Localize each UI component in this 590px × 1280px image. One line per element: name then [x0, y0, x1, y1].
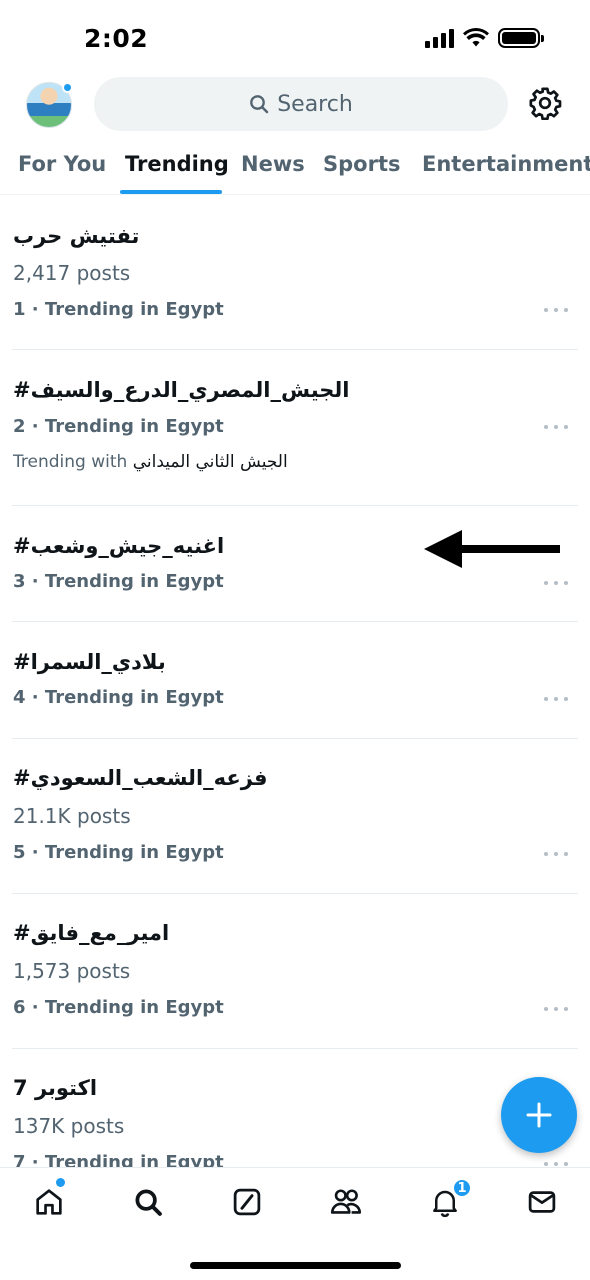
more-icon[interactable] — [544, 305, 568, 315]
avatar-notification-dot — [62, 82, 73, 93]
home-unread-dot — [56, 1178, 65, 1187]
nav-communities[interactable] — [326, 1182, 366, 1222]
active-tab-indicator — [120, 190, 222, 194]
battery-icon — [498, 28, 544, 48]
trend-context: 6 · Trending in Egypt — [13, 997, 224, 1018]
trend-context: 5 · Trending in Egypt — [13, 842, 224, 863]
search-input[interactable]: Search — [94, 77, 508, 131]
new-post-button[interactable] — [501, 1077, 577, 1153]
trend-related-label: Trending with — [13, 452, 128, 472]
trend-post-count: 137K posts — [13, 1114, 125, 1138]
tab-entertainment[interactable]: Entertainment — [422, 152, 590, 176]
explore-tabs: For You Trending News Sports Entertainme… — [0, 140, 590, 195]
trend-related: Trending with الجيش الثاني الميداني — [13, 452, 288, 472]
trend-item-4[interactable]: #بلادي_السمرا 4 · Trending in Egypt — [0, 622, 590, 738]
trend-name: #فزعه_الشعب_السعودي — [13, 766, 268, 790]
gear-icon[interactable] — [528, 86, 562, 120]
more-icon[interactable] — [544, 578, 568, 588]
trend-name: #الجيش_المصري_الدرع_والسيف — [13, 378, 350, 402]
trend-item-1[interactable]: تفتيش حرب 2,417 posts 1 · Trending in Eg… — [0, 196, 590, 349]
trend-name: #اغنيه_جيش_وشعب — [13, 534, 225, 558]
trend-name: #امير_مع_فايق — [13, 921, 170, 945]
nav-messages[interactable] — [522, 1182, 562, 1222]
compose-icon — [233, 1188, 261, 1216]
search-placeholder: Search — [277, 91, 353, 117]
more-icon[interactable] — [544, 1004, 568, 1014]
trend-context: 3 · Trending in Egypt — [13, 571, 224, 592]
trend-name: تفتيش حرب — [13, 224, 140, 248]
tab-news[interactable]: News — [241, 152, 305, 176]
nav-grok[interactable] — [227, 1182, 267, 1222]
plus-icon — [526, 1102, 552, 1128]
more-icon[interactable] — [544, 849, 568, 859]
trend-name: #بلادي_السمرا — [13, 650, 166, 674]
trend-post-count: 21.1K posts — [13, 804, 131, 828]
cellular-signal-icon — [425, 28, 454, 48]
nav-home[interactable] — [29, 1182, 69, 1222]
tab-trending[interactable]: Trending — [125, 152, 229, 176]
trend-context: 1 · Trending in Egypt — [13, 299, 224, 320]
status-bar: 2:02 — [0, 0, 590, 80]
more-icon[interactable] — [544, 694, 568, 704]
search-icon — [250, 95, 269, 114]
trend-post-count: 2,417 posts — [13, 261, 131, 285]
trend-item-6[interactable]: #امير_مع_فايق 1,573 posts 6 · Trending i… — [0, 894, 590, 1048]
top-bar: Search — [0, 76, 590, 134]
trend-context: 2 · Trending in Egypt — [13, 416, 224, 437]
annotation-arrow — [424, 530, 560, 568]
nav-explore[interactable] — [128, 1182, 168, 1222]
status-icons — [425, 28, 544, 48]
status-time: 2:02 — [84, 24, 149, 53]
mail-icon — [528, 1191, 556, 1213]
tab-sports[interactable]: Sports — [323, 152, 400, 176]
notification-badge: 1 — [452, 1178, 472, 1198]
home-indicator — [190, 1262, 401, 1269]
trend-post-count: 1,573 posts — [13, 959, 131, 983]
trend-name: 7 اكتوبر — [13, 1076, 98, 1100]
wifi-icon — [463, 28, 489, 47]
communities-icon — [330, 1189, 362, 1214]
trend-related-term[interactable]: الجيش الثاني الميداني — [133, 452, 288, 472]
tab-for-you[interactable]: For You — [18, 152, 106, 176]
trend-item-5[interactable]: #فزعه_الشعب_السعودي 21.1K posts 5 · Tren… — [0, 739, 590, 893]
more-icon[interactable] — [544, 422, 568, 432]
trend-item-2[interactable]: #الجيش_المصري_الدرع_والسيف 2 · Trending … — [0, 350, 590, 505]
search-icon — [135, 1189, 162, 1216]
home-icon — [36, 1189, 62, 1215]
trend-context: 4 · Trending in Egypt — [13, 687, 224, 708]
